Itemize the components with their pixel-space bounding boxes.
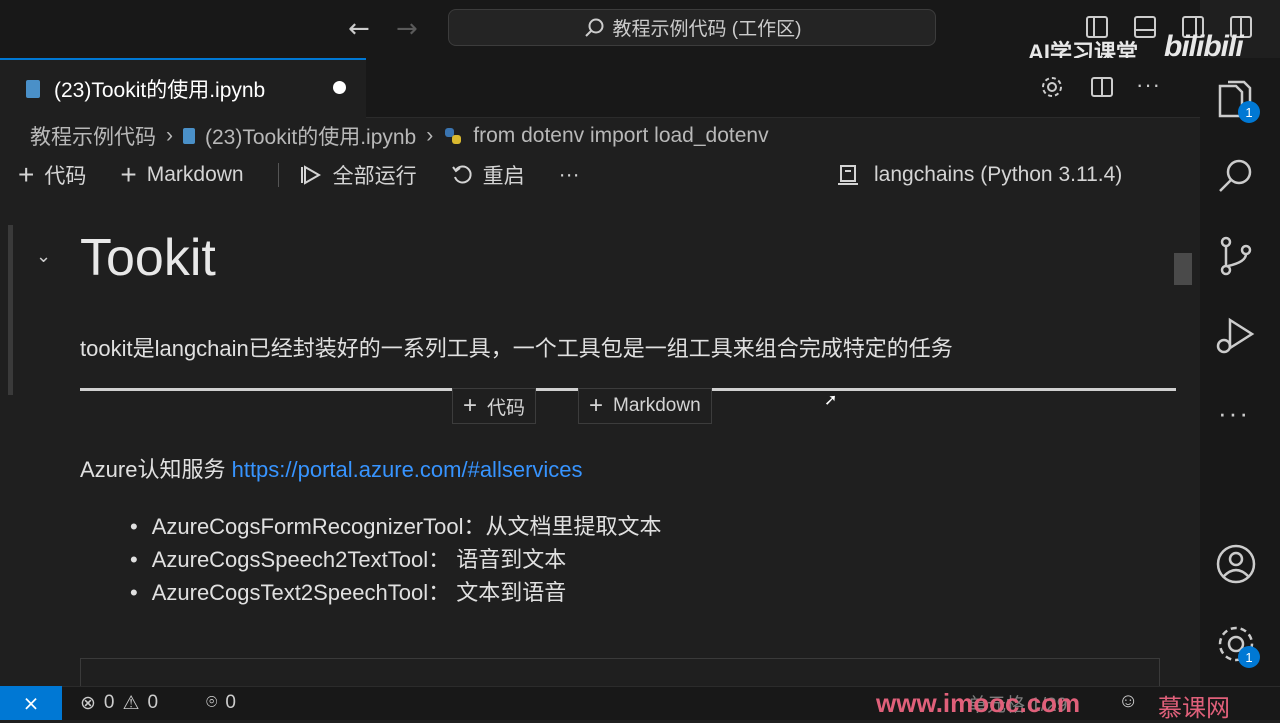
error-count: 0 [103,692,115,713]
tab-label: (23)Tookit的使用.ipynb [54,79,266,102]
restart-icon [451,165,472,184]
run-all-icon [300,165,321,185]
tab-notebook[interactable]: (23)Tookit的使用.ipynb [0,58,366,118]
plus-icon: + [18,159,35,190]
gear-icon[interactable] [1040,75,1064,99]
explorer-badge: 1 [1238,101,1260,123]
azure-link[interactable]: https://portal.azure.com/#allservices [232,457,583,482]
breadcrumb: 教程示例代码 › (23)Tookit的使用.ipynb › from dote… [30,121,769,151]
source-control-icon[interactable] [1212,232,1260,280]
run-all-label: 全部运行 [332,165,417,188]
plus-icon: + [589,392,604,419]
python-icon [445,128,462,144]
add-markdown-label: Markdown [146,163,244,186]
plus-icon: + [120,159,137,190]
problems-indicator[interactable]: ⊗ 0 ⚠ 0 [80,690,158,716]
search-icon[interactable] [1212,152,1260,200]
kernel-icon [838,165,858,185]
run-debug-icon[interactable] [1212,312,1260,360]
unsaved-dot-icon[interactable] [333,81,346,94]
list-item: AzureCogsSpeech2TextTool： 语音到文本 [130,542,662,575]
insert-markdown-cell-button[interactable]: + Markdown [578,388,712,424]
chevron-down-icon[interactable]: ⌄ [36,246,51,267]
list-item: AzureCogsFormRecognizerTool：从文档里提取文本 [130,509,662,542]
cell-focus-indicator[interactable] [8,225,13,395]
ports-count: 0 [225,692,236,713]
ports-indicator[interactable]: ⌾ 0 [206,690,236,716]
remote-icon: ⨯ [22,692,40,715]
arrow-right-icon[interactable]: → [396,14,418,44]
kernel-picker[interactable]: langchains (Python 3.11.4) [836,158,1122,192]
breadcrumb-item-file[interactable]: (23)Tookit的使用.ipynb [205,121,416,151]
chevron-right-icon: › [166,124,173,147]
add-markdown-button[interactable]: + Markdown [120,159,243,191]
watermark-mk-logo: 慕课网 [1158,695,1230,722]
more-views-icon[interactable]: ··· [1218,398,1250,429]
markdown-description: tookit是langchain已经封装好的一系列工具，一个工具包是一组工具来组… [80,336,953,361]
markdown-heading: Tookit [80,229,216,287]
more-actions-icon[interactable]: ··· [1136,72,1161,98]
error-icon: ⊗ [80,692,96,714]
azure-prefix: Azure认知服务 [80,457,232,482]
command-center-search[interactable]: 教程示例代码 (工作区) [448,9,936,46]
add-code-label: 代码 [44,165,87,188]
arrow-left-icon[interactable]: ← [348,14,370,44]
azure-line: Azure认知服务 https://portal.azure.com/#alls… [80,452,583,484]
notebook-file-icon [183,128,195,144]
more-label: ··· [558,163,580,186]
mouse-cursor-icon: ➚ [824,392,838,409]
plus-icon: + [463,392,478,419]
scrollbar-thumb[interactable] [1174,253,1192,285]
settings-badge: 1 [1238,646,1260,668]
breadcrumb-item-cell[interactable]: from dotenv import load_dotenv [473,124,768,148]
watermark-imooc: www.imooc.com [876,688,1081,718]
kernel-label: langchains (Python 3.11.4) [874,163,1123,186]
warning-count: 0 [147,692,159,713]
status-bar [0,686,1280,720]
restart-button[interactable]: 重启 [451,160,525,190]
add-code-button[interactable]: + 代码 [18,159,86,191]
search-text: 教程示例代码 (工作区) [612,19,802,40]
chevron-right-icon: › [426,124,434,147]
account-icon[interactable] [1212,540,1260,588]
insert-code-label: 代码 [487,397,526,419]
run-all-button[interactable]: 全部运行 [300,160,417,190]
broadcast-icon: ⌾ [206,692,218,713]
remote-indicator[interactable]: ⨯ [0,686,62,720]
insert-markdown-label: Markdown [613,395,701,416]
restart-label: 重启 [482,165,525,188]
split-editor-icon[interactable] [1090,75,1114,99]
toolbar-divider [277,163,279,187]
notebook-file-icon [26,80,40,98]
search-icon [584,18,604,37]
breadcrumb-item-workspace[interactable]: 教程示例代码 [30,121,156,151]
warning-icon: ⚠ [122,692,140,714]
toolbar-more-button[interactable]: ··· [559,163,580,187]
tool-list: AzureCogsFormRecognizerTool：从文档里提取文本 Azu… [130,509,662,608]
copilot-icon[interactable]: ☺ [1118,690,1138,713]
notebook-toolbar: + 代码 + Markdown 全部运行 重启 ··· [18,158,614,192]
insert-code-cell-button[interactable]: + 代码 [452,388,537,424]
list-item: AzureCogsText2SpeechTool： 文本到语音 [130,575,662,608]
